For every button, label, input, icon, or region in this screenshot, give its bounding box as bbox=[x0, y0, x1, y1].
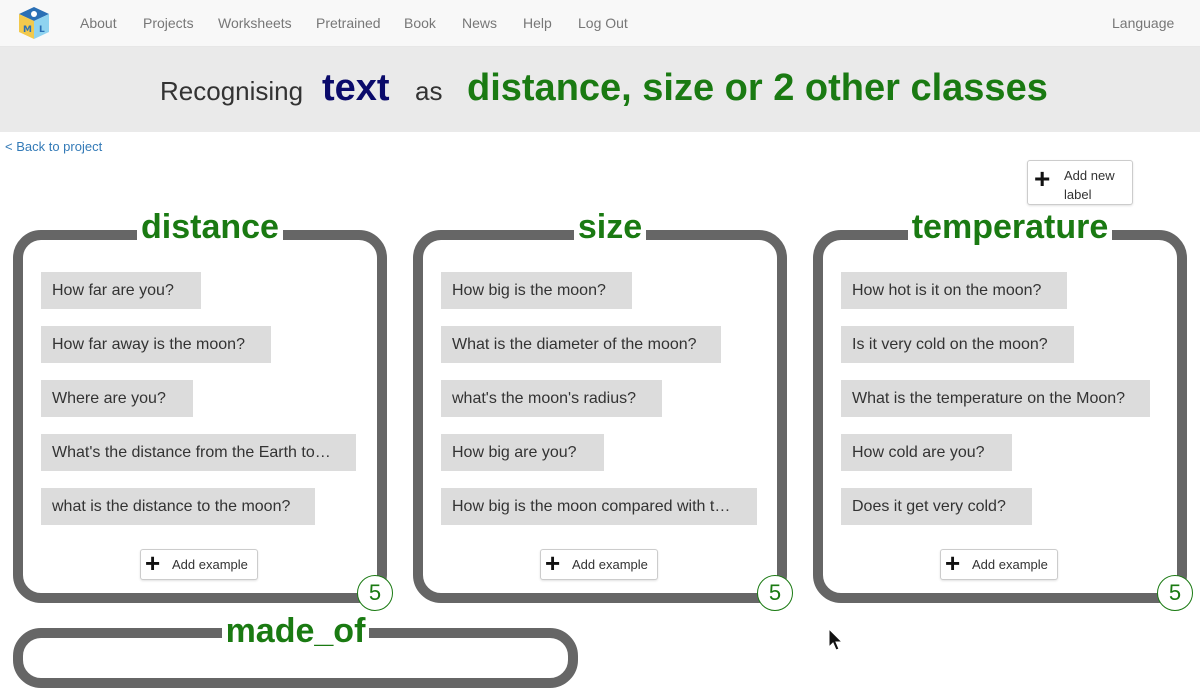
svg-text:M: M bbox=[23, 25, 32, 35]
label-bucket-made-of: made_of bbox=[13, 612, 578, 688]
back-to-project-link[interactable]: < Back to project bbox=[5, 139, 102, 154]
add-example-button[interactable]: + Add example bbox=[940, 549, 1058, 580]
add-example-button[interactable]: + Add example bbox=[140, 549, 258, 580]
top-navbar: M L About Projects Worksheets Pretrained… bbox=[0, 0, 1200, 47]
example-item[interactable]: What's the distance from the Earth to… bbox=[41, 434, 356, 471]
bucket-label: made_of bbox=[221, 612, 370, 650]
banner-classes: distance, size or 2 other classes bbox=[467, 67, 1048, 109]
bucket-title-wrap: temperature bbox=[823, 207, 1197, 247]
add-example-button[interactable]: + Add example bbox=[540, 549, 658, 580]
example-item[interactable]: How big is the moon? bbox=[441, 272, 632, 309]
example-item[interactable]: what's the moon's radius? bbox=[441, 380, 662, 417]
example-item[interactable]: What is the temperature on the Moon? bbox=[841, 380, 1150, 417]
svg-text:L: L bbox=[39, 25, 45, 35]
add-example-text: Add example bbox=[972, 557, 1048, 572]
banner-recognising: Recognising bbox=[160, 76, 304, 106]
add-new-label-text: Add new label bbox=[1064, 168, 1115, 202]
plus-icon: + bbox=[145, 548, 161, 578]
add-example-text: Add example bbox=[572, 557, 648, 572]
plus-icon: + bbox=[545, 548, 561, 578]
example-count-badge: 5 bbox=[1157, 575, 1193, 611]
example-item[interactable]: What is the diameter of the moon? bbox=[441, 326, 721, 363]
nav-about[interactable]: About bbox=[80, 15, 117, 31]
label-bucket-temperature: temperature How hot is it on the moon? I… bbox=[813, 208, 1193, 611]
label-bucket-distance: distance How far are you? How far away i… bbox=[13, 208, 393, 611]
banner-as: as bbox=[415, 76, 443, 106]
project-banner: Recognising text as distance, size or 2 … bbox=[0, 47, 1200, 132]
example-item[interactable]: Where are you? bbox=[41, 380, 193, 417]
banner-type: text bbox=[322, 67, 390, 109]
nav-book[interactable]: Book bbox=[404, 15, 436, 31]
label-bucket-size: size How big is the moon? What is the di… bbox=[413, 208, 793, 611]
example-item[interactable]: How big is the moon compared with t… bbox=[441, 488, 757, 525]
plus-icon: + bbox=[945, 548, 961, 578]
example-item[interactable]: How far are you? bbox=[41, 272, 201, 309]
ml-cube-logo-icon[interactable]: M L bbox=[16, 5, 52, 41]
nav-log-out[interactable]: Log Out bbox=[578, 15, 628, 31]
example-item[interactable]: How cold are you? bbox=[841, 434, 1012, 471]
bucket-title-wrap: size bbox=[423, 207, 797, 247]
nav-help[interactable]: Help bbox=[523, 15, 552, 31]
add-example-text: Add example bbox=[172, 557, 248, 572]
example-item[interactable]: How big are you? bbox=[441, 434, 604, 471]
example-item[interactable]: Is it very cold on the moon? bbox=[841, 326, 1074, 363]
bucket-label: size bbox=[573, 208, 647, 246]
add-new-label-button[interactable]: + Add new label bbox=[1027, 160, 1133, 205]
nav-worksheets[interactable]: Worksheets bbox=[218, 15, 292, 31]
plus-icon: + bbox=[1034, 163, 1051, 194]
example-item[interactable]: what is the distance to the moon? bbox=[41, 488, 315, 525]
mouse-pointer-icon bbox=[828, 628, 844, 651]
nav-pretrained[interactable]: Pretrained bbox=[316, 15, 381, 31]
bucket-title-wrap: made_of bbox=[13, 611, 578, 651]
bucket-label: temperature bbox=[907, 208, 1113, 246]
nav-projects[interactable]: Projects bbox=[143, 15, 194, 31]
example-item[interactable]: How hot is it on the moon? bbox=[841, 272, 1067, 309]
nav-news[interactable]: News bbox=[462, 15, 497, 31]
example-item[interactable]: How far away is the moon? bbox=[41, 326, 271, 363]
example-count-badge: 5 bbox=[757, 575, 793, 611]
example-count-badge: 5 bbox=[357, 575, 393, 611]
example-item[interactable]: Does it get very cold? bbox=[841, 488, 1032, 525]
nav-language[interactable]: Language bbox=[1112, 15, 1174, 31]
bucket-label: distance bbox=[137, 208, 283, 246]
bucket-title-wrap: distance bbox=[23, 207, 397, 247]
